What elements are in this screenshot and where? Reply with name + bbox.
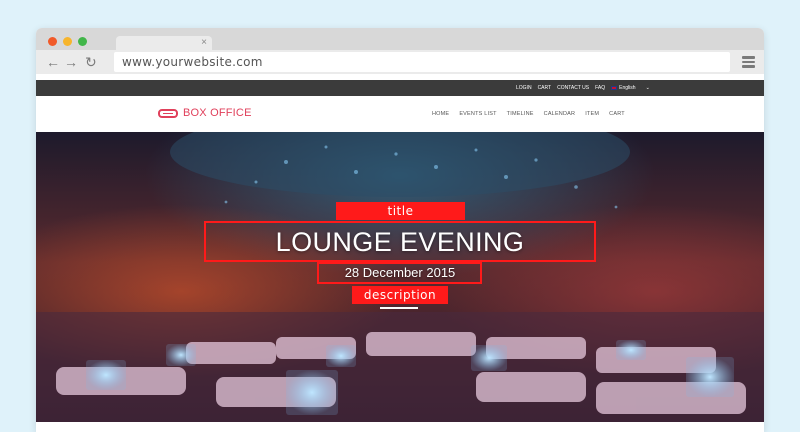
site-topbar: LOGIN CART CONTACT US FAQ English ⌄ xyxy=(36,80,764,96)
menu-item-cart[interactable]: CART xyxy=(609,111,625,117)
close-window-button[interactable] xyxy=(48,37,57,46)
chevron-down-icon: ⌄ xyxy=(645,85,650,91)
site-header: BOX OFFICE HOME EVENTS LIST TIMELINE CAL… xyxy=(36,96,764,132)
maximize-window-button[interactable] xyxy=(78,37,87,46)
annotation-description-label: description xyxy=(352,286,448,304)
topbar-link-login[interactable]: LOGIN xyxy=(516,85,532,91)
hamburger-menu-icon[interactable] xyxy=(742,56,755,68)
language-label: English xyxy=(619,85,636,91)
menu-item-item[interactable]: ITEM xyxy=(585,111,599,117)
topbar-link-faq[interactable]: FAQ xyxy=(595,85,605,91)
reload-icon[interactable]: ↻ xyxy=(85,53,97,71)
annotation-title-label: title xyxy=(336,202,465,220)
page-content-start xyxy=(36,422,764,432)
browser-toolbar: ← → ↻ www.yourwebsite.com xyxy=(36,50,764,74)
minimize-window-button[interactable] xyxy=(63,37,72,46)
ticket-logo-icon xyxy=(158,108,178,118)
address-bar[interactable]: www.yourwebsite.com xyxy=(114,52,730,72)
browser-window: × ← → ↻ www.yourwebsite.com LOGIN CART C… xyxy=(36,28,764,432)
main-menu: HOME EVENTS LIST TIMELINE CALENDAR ITEM … xyxy=(432,96,625,132)
close-icon[interactable]: × xyxy=(201,36,207,50)
uk-flag-icon xyxy=(611,85,618,90)
hero-underline xyxy=(380,307,418,309)
logo-text: BOX OFFICE xyxy=(183,107,252,119)
browser-tab[interactable]: × xyxy=(116,36,212,50)
annotation-description-box xyxy=(317,262,482,284)
annotation-title-box xyxy=(204,221,596,262)
back-arrow-icon[interactable]: ← xyxy=(46,53,60,71)
language-selector[interactable]: English ⌄ xyxy=(611,85,650,91)
hero-banner: LOUNGE EVENING 28 December 2015 title de… xyxy=(36,132,764,422)
site-logo[interactable]: BOX OFFICE xyxy=(158,107,252,119)
topbar-link-cart[interactable]: CART xyxy=(538,85,552,91)
menu-item-timeline[interactable]: TIMELINE xyxy=(507,111,534,117)
forward-arrow-icon[interactable]: → xyxy=(64,53,78,71)
topbar-link-contact[interactable]: CONTACT US xyxy=(557,85,589,91)
browser-chrome: × ← → ↻ www.yourwebsite.com xyxy=(36,28,764,74)
menu-item-events-list[interactable]: EVENTS LIST xyxy=(459,111,496,117)
menu-item-calendar[interactable]: CALENDAR xyxy=(544,111,576,117)
menu-item-home[interactable]: HOME xyxy=(432,111,449,117)
